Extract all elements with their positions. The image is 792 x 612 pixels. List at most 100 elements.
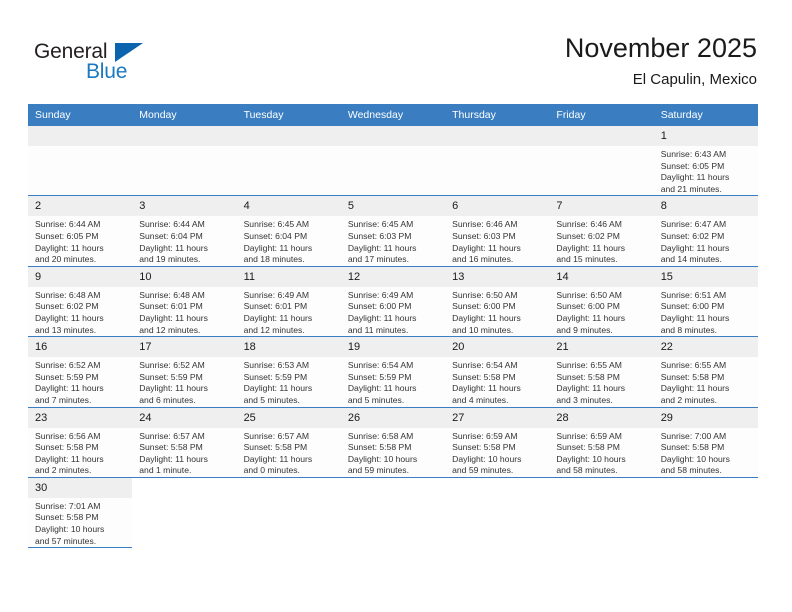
calendar-cell-blank (237, 477, 341, 547)
day-detail-line: Daylight: 11 hours (452, 383, 521, 394)
day-detail-line: and 20 minutes. (35, 254, 97, 265)
day-number: 29 (653, 407, 758, 428)
calendar-day-cell[interactable]: 20 Sunrise: 6:54 AM Sunset: 5:58 PM Dayligh… (445, 336, 550, 408)
general-blue-logo: General Blue (34, 41, 214, 87)
calendar-cell-empty[interactable] (340, 126, 446, 197)
calendar-day-cell[interactable]: 16 Sunrise: 6:52 AM Sunset: 5:59 PM Dayligh… (28, 336, 133, 408)
day-number: 11 (236, 266, 341, 287)
day-detail-line: Sunrise: 6:52 AM (139, 360, 205, 371)
calendar-day-cell[interactable]: 1 Sunrise: 6:43 AM Sunset: 6:05 PM Daylight… (653, 126, 758, 197)
calendar-day-cell[interactable]: 28 Sunrise: 6:59 AM Sunset: 5:58 PM Dayligh… (549, 407, 654, 478)
day-detail-line: and 8 minutes. (660, 324, 718, 335)
calendar-cell-empty[interactable] (236, 126, 341, 197)
calendar-cell-empty[interactable] (132, 126, 237, 197)
day-detail-line: Daylight: 11 hours (35, 312, 104, 323)
calendar-day-cell[interactable]: 4 Sunrise: 6:45 AM Sunset: 6:04 PM Daylight… (236, 195, 341, 267)
day-number: 14 (549, 266, 654, 287)
calendar-day-cell[interactable]: 26 Sunrise: 6:58 AM Sunset: 5:58 PM Dayligh… (340, 407, 446, 478)
day-detail-line: Sunrise: 6:49 AM (243, 289, 310, 300)
day-detail-line: Sunset: 5:59 PM (35, 371, 99, 382)
day-number (132, 126, 237, 146)
day-detail-line: Daylight: 11 hours (660, 383, 730, 394)
day-detail-line: Sunrise: 6:49 AM (347, 289, 414, 300)
day-detail-line: and 59 minutes. (347, 465, 409, 476)
day-detail-line: Sunset: 6:01 PM (243, 301, 308, 312)
day-detail-line: Sunrise: 6:43 AM (660, 149, 727, 159)
calendar-day-cell[interactable]: 9 Sunrise: 6:48 AM Sunset: 6:02 PM Daylight… (28, 266, 133, 338)
calendar-day-cell[interactable]: 17 Sunrise: 6:52 AM Sunset: 5:59 PM Dayligh… (132, 336, 237, 408)
day-detail-line: and 2 minutes. (660, 394, 718, 405)
day-detail-line: Sunset: 5:58 PM (35, 442, 99, 453)
day-detail-line: Daylight: 11 hours (347, 383, 417, 394)
day-detail-line: Sunset: 5:58 PM (452, 371, 516, 382)
day-detail-line: and 12 minutes. (139, 324, 201, 335)
day-detail-line: and 5 minutes. (243, 394, 300, 405)
calendar-day-cell[interactable]: 30 Sunrise: 7:01 AM Sunset: 5:58 PM Dayligh… (28, 477, 133, 549)
location-subtitle: El Capulin, Mexico (632, 71, 757, 88)
day-detail-line: Sunset: 5:58 PM (35, 512, 99, 523)
day-details: Sunrise: 6:51 AM Sunset: 6:00 PM Daylight:… (654, 287, 758, 336)
day-number: 21 (549, 337, 654, 358)
day-number: 30 (28, 477, 133, 498)
day-number: 3 (132, 196, 237, 217)
calendar-page: General Blue November 2025 El Capulin, M… (0, 0, 792, 612)
calendar-cell-empty[interactable] (28, 126, 133, 197)
day-detail-line: Sunrise: 7:00 AM (660, 430, 727, 441)
day-details: Sunrise: 6:44 AM Sunset: 6:04 PM Daylight:… (132, 216, 236, 265)
day-detail-line: Sunrise: 6:48 AM (139, 289, 205, 300)
calendar-day-cell[interactable]: 25 Sunrise: 6:57 AM Sunset: 5:58 PM Dayligh… (236, 407, 341, 478)
day-detail-line: and 15 minutes. (556, 254, 618, 265)
calendar-day-cell[interactable]: 22 Sunrise: 6:55 AM Sunset: 5:58 PM Dayligh… (653, 336, 758, 408)
day-detail-line: and 10 minutes. (452, 324, 514, 335)
day-detail-line: Daylight: 11 hours (139, 453, 208, 464)
calendar-day-cell[interactable]: 12 Sunrise: 6:49 AM Sunset: 6:00 PM Dayligh… (340, 266, 446, 338)
calendar-day-cell[interactable]: 10 Sunrise: 6:48 AM Sunset: 6:01 PM Dayligh… (132, 266, 237, 338)
day-details: Sunrise: 6:59 AM Sunset: 5:58 PM Daylight:… (445, 428, 549, 477)
title-block: November 2025 El Capulin, Mexico (565, 32, 757, 90)
day-detail-line: Sunset: 6:02 PM (35, 301, 99, 312)
calendar-day-cell[interactable]: 7 Sunrise: 6:46 AM Sunset: 6:02 PM Daylight… (549, 195, 654, 267)
calendar-cell-empty[interactable] (549, 126, 654, 197)
day-detail-line: Daylight: 10 hours (452, 453, 522, 464)
day-number: 7 (549, 196, 654, 217)
calendar-day-cell[interactable]: 29 Sunrise: 7:00 AM Sunset: 5:58 PM Dayligh… (653, 407, 758, 478)
day-number: 6 (445, 196, 550, 217)
day-detail-line: and 18 minutes. (243, 254, 305, 265)
calendar-cell-empty[interactable] (445, 126, 550, 197)
day-detail-line: and 4 minutes. (452, 394, 509, 405)
day-detail-line: Daylight: 10 hours (35, 524, 105, 535)
day-detail-line: Sunset: 6:00 PM (660, 301, 725, 312)
day-detail-line: and 1 minute. (139, 465, 192, 476)
calendar-day-cell[interactable]: 5 Sunrise: 6:45 AM Sunset: 6:03 PM Daylight… (340, 195, 446, 267)
calendar-day-cell[interactable]: 21 Sunrise: 6:55 AM Sunset: 5:58 PM Dayligh… (549, 336, 654, 408)
day-detail-line: Sunset: 5:58 PM (556, 442, 620, 453)
calendar-day-cell[interactable]: 6 Sunrise: 6:46 AM Sunset: 6:03 PM Daylight… (445, 195, 550, 267)
calendar-day-cell[interactable]: 11 Sunrise: 6:49 AM Sunset: 6:01 PM Dayligh… (236, 266, 341, 338)
calendar-week-row: 16 Sunrise: 6:52 AM Sunset: 5:59 PM Dayligh… (28, 336, 758, 408)
day-detail-line: Daylight: 11 hours (556, 312, 626, 323)
day-detail-line: Daylight: 10 hours (556, 453, 626, 464)
calendar-day-cell[interactable]: 15 Sunrise: 6:51 AM Sunset: 6:00 PM Dayligh… (653, 266, 758, 338)
calendar-day-cell[interactable]: 27 Sunrise: 6:59 AM Sunset: 5:58 PM Dayligh… (445, 407, 550, 478)
calendar-day-cell[interactable]: 19 Sunrise: 6:54 AM Sunset: 5:59 PM Dayligh… (340, 336, 446, 408)
day-detail-line: Sunrise: 6:55 AM (660, 360, 727, 371)
day-detail-line: Sunset: 6:03 PM (347, 230, 412, 241)
calendar-day-cell[interactable]: 2 Sunrise: 6:44 AM Sunset: 6:05 PM Daylight… (28, 195, 133, 267)
weekday-header-saturday: Saturday (653, 104, 758, 126)
calendar-cell-blank (445, 477, 549, 547)
day-detail-line: and 13 minutes. (35, 324, 97, 335)
day-detail-line: Daylight: 11 hours (35, 242, 104, 253)
calendar-day-cell[interactable]: 23 Sunrise: 6:56 AM Sunset: 5:58 PM Dayligh… (28, 407, 133, 478)
day-number (28, 126, 133, 146)
day-detail-line: and 59 minutes. (452, 465, 514, 476)
calendar-day-cell[interactable]: 14 Sunrise: 6:50 AM Sunset: 6:00 PM Dayligh… (549, 266, 654, 338)
calendar-day-cell[interactable]: 18 Sunrise: 6:53 AM Sunset: 5:59 PM Dayligh… (236, 336, 341, 408)
day-detail-line: Sunset: 5:59 PM (347, 371, 412, 382)
day-number: 9 (28, 266, 133, 287)
day-number: 18 (236, 337, 341, 358)
calendar-day-cell[interactable]: 24 Sunrise: 6:57 AM Sunset: 5:58 PM Dayligh… (132, 407, 237, 478)
calendar-day-cell[interactable]: 8 Sunrise: 6:47 AM Sunset: 6:02 PM Daylight… (653, 195, 758, 267)
calendar-day-cell[interactable]: 13 Sunrise: 6:50 AM Sunset: 6:00 PM Dayligh… (445, 266, 550, 338)
day-details: Sunrise: 6:46 AM Sunset: 6:02 PM Daylight:… (549, 216, 653, 265)
calendar-day-cell[interactable]: 3 Sunrise: 6:44 AM Sunset: 6:04 PM Daylight… (132, 195, 237, 267)
